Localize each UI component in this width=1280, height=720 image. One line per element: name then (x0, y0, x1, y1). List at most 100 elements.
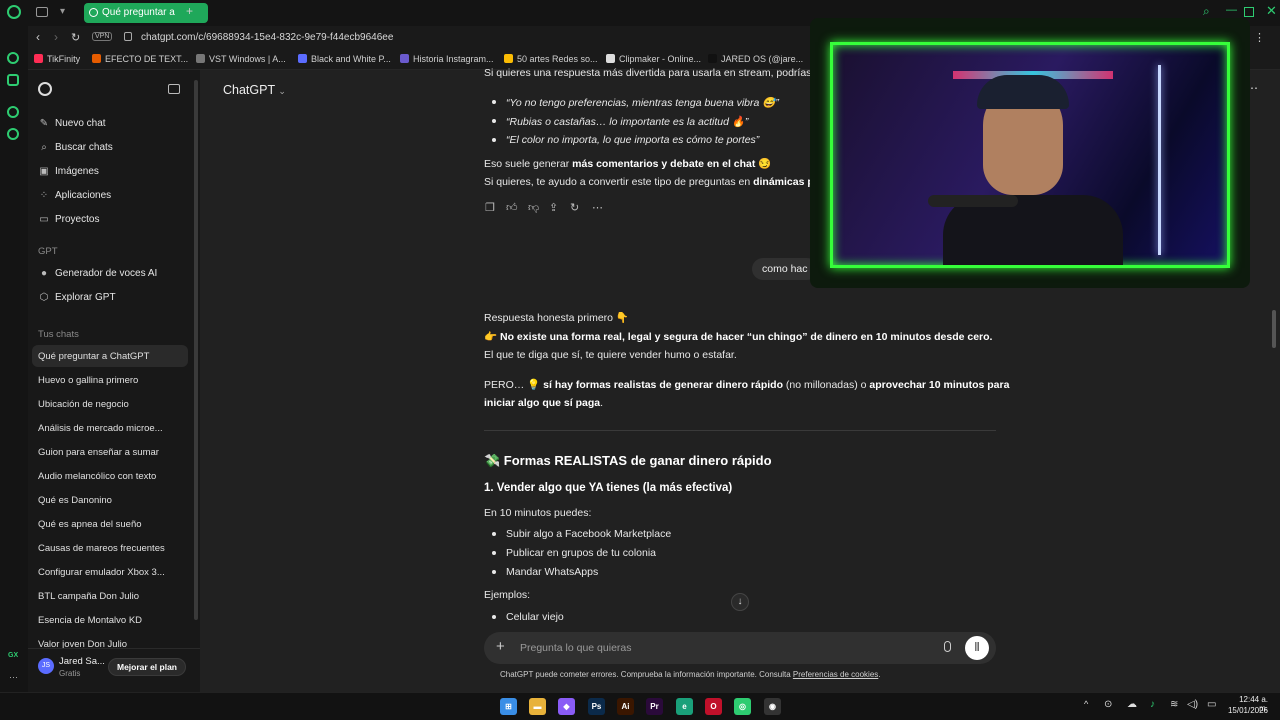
chat-history-item[interactable]: Qué es apnea del sueño (38, 519, 188, 530)
windows-start-icon[interactable]: ⊞ (500, 698, 517, 715)
chat-history-item[interactable]: Huevo o gallina primero (38, 375, 188, 386)
search-icon: ⌕ (41, 142, 47, 153)
bookmark-item[interactable]: Historia Instagram... (400, 54, 494, 64)
forward-button[interactable]: › (54, 30, 58, 44)
clock-date[interactable]: 15/01/2026 (1224, 706, 1268, 715)
back-button[interactable]: ‹ (36, 30, 40, 44)
bookmark-item[interactable]: VST Windows | A... (196, 54, 286, 64)
gx-control-icon[interactable] (7, 52, 19, 64)
browser-menu-icon[interactable]: ⋮ (1254, 31, 1265, 44)
copilot-icon[interactable]: ◆ (558, 698, 575, 715)
photoshop-icon[interactable]: Ps (588, 698, 605, 715)
chat-history-item[interactable]: Audio melancólico con texto (38, 471, 188, 482)
quote-item: “El color no importa, lo que importa es … (506, 134, 760, 146)
wifi-icon[interactable]: ≋ (1170, 699, 1178, 710)
chat-history-item[interactable]: BTL campaña Don Julio (38, 591, 188, 602)
mic-tray-icon[interactable]: ♪ (1150, 699, 1155, 710)
thumbs-down-icon[interactable]: 👎︎ (528, 201, 539, 214)
search-icon[interactable]: ⌕ (1203, 4, 1210, 19)
gx-cleaner-icon[interactable] (7, 74, 19, 86)
bookmark-item[interactable]: Clipmaker - Online... (606, 54, 701, 64)
upgrade-plan-button[interactable]: Mejorar el plan (108, 658, 186, 676)
chat-history-item[interactable]: Ubicación de negocio (38, 399, 188, 410)
cap (977, 75, 1069, 109)
reload-button[interactable]: ↻ (71, 31, 80, 44)
volume-icon[interactable]: ◁) (1187, 699, 1198, 710)
tray-app-icon[interactable]: ⊙ (1104, 699, 1112, 710)
close-button[interactable]: ✕ (1266, 3, 1277, 19)
chat-history-item[interactable]: Qué es Danonino (38, 495, 188, 506)
sidebar-nav-item[interactable]: ▭ Proyectos (38, 214, 99, 225)
sidebar-nav-item[interactable]: ⁘ Aplicaciones (38, 190, 111, 201)
sidebar-nav-label: Buscar chats (55, 142, 113, 153)
copy-icon[interactable]: ❐ (485, 201, 495, 214)
bookmark-item[interactable]: JARED OS (@jare... (708, 54, 803, 64)
cookie-preferences-link[interactable]: Preferencias de cookies (793, 670, 878, 679)
url-field[interactable]: chatgpt.com/c/69688934-15e4-832c-9e79-f4… (141, 32, 393, 43)
thumbs-up-icon[interactable]: 👍︎ (506, 201, 518, 214)
chat-history-item[interactable]: Causas de mareos frecuentes (38, 543, 188, 554)
close-sidebar-icon[interactable] (168, 84, 180, 94)
whatsapp-like-icon[interactable]: ◎ (734, 698, 751, 715)
opera-logo-icon[interactable] (7, 5, 21, 19)
voice-mode-button[interactable]: ⫼ (965, 636, 989, 660)
illustrator-icon[interactable]: Ai (617, 698, 634, 715)
new-tab-button[interactable]: + (186, 4, 193, 18)
gpt-item[interactable]: ● Generador de voces AI (38, 268, 157, 279)
user-panel[interactable]: JS Jared Sa... Gratis Mejorar el plan (28, 648, 200, 692)
scroll-down-button[interactable]: ↓ (731, 593, 749, 611)
chat-history-item[interactable]: Guion para enseñar a sumar (38, 447, 188, 458)
step-item: Mandar WhatsApps (506, 566, 599, 578)
openai-logo-icon[interactable] (38, 82, 52, 96)
lock-icon[interactable] (124, 32, 132, 41)
obs-icon[interactable]: ◉ (764, 698, 781, 715)
bookmark-favicon-icon (400, 54, 409, 63)
premiere-icon[interactable]: Pr (646, 698, 663, 715)
bookmark-item[interactable]: 50 artes Redes so... (504, 54, 598, 64)
sidebar-nav-item[interactable]: ✎ Nuevo chat (38, 118, 106, 129)
sidebar-nav-item[interactable]: ▣ Imágenes (38, 166, 99, 177)
file-explorer-icon[interactable]: ▬ (529, 698, 546, 715)
chat-history-item[interactable]: Qué preguntar a ChatGPT (38, 351, 188, 362)
bookmark-item[interactable]: Black and White P... (298, 54, 391, 64)
chat-history-item[interactable]: Análisis de mercado microe... (38, 423, 188, 434)
vpn-badge[interactable]: VPN (92, 32, 113, 41)
prompt-input[interactable]: Pregunta lo que quieras (520, 642, 632, 654)
minimize-button[interactable]: — (1226, 4, 1237, 16)
edge-icon[interactable]: e (676, 698, 693, 715)
model-selector[interactable]: ChatGPT ⌄ (223, 83, 286, 97)
chat-history-item[interactable]: Esencia de Montalvo KD (38, 615, 188, 626)
tray-expand-icon[interactable]: ^ (1084, 699, 1088, 709)
sidebar-scrollbar[interactable] (194, 80, 198, 620)
example-item: Celular viejo (506, 611, 564, 623)
rail-more-icon[interactable]: ⋯ (9, 672, 18, 683)
gpt-item[interactable]: ⬡ Explorar GPT (38, 292, 116, 303)
main-scrollbar[interactable] (1272, 310, 1276, 348)
share-icon[interactable]: ⇪ (549, 201, 558, 214)
sidebar-nav-label: Aplicaciones (55, 190, 112, 201)
step-item: Publicar en grupos de tu colonia (506, 547, 657, 559)
settings-gear-icon[interactable] (7, 128, 19, 140)
add-attachment-icon[interactable]: + (496, 638, 505, 655)
microphone-icon[interactable] (944, 641, 951, 652)
maximize-button[interactable] (1244, 7, 1254, 17)
bookmark-label: EFECTO DE TEXT... (105, 54, 189, 64)
bookmark-item[interactable]: TikFinity (34, 54, 80, 64)
sidebar-nav-label: Imágenes (55, 166, 99, 177)
battery-icon[interactable]: ▭ (1207, 699, 1216, 710)
gpt-label: Explorar GPT (55, 292, 116, 303)
tab-dropdown-icon[interactable]: ▾ (60, 6, 65, 17)
chat-history-item[interactable]: Configurar emulador Xbox 3... (38, 567, 188, 578)
message-composer[interactable]: + Pregunta lo que quieras ⫼ (484, 632, 996, 664)
more-actions-icon[interactable]: ⋯ (592, 201, 603, 214)
cloud-icon[interactable]: ☁ (1127, 699, 1137, 710)
history-icon[interactable] (7, 106, 19, 118)
bookmark-item[interactable]: EFECTO DE TEXT... (92, 54, 188, 64)
avatar[interactable]: JS (38, 658, 54, 674)
sidebar-nav-item[interactable]: ⌕ Buscar chats (38, 142, 113, 153)
opera-gx-icon[interactable]: O (705, 698, 722, 715)
regenerate-icon[interactable]: ↻ (570, 201, 579, 214)
tab-islands-icon[interactable] (36, 7, 48, 17)
user-plan: Gratis (59, 669, 81, 678)
neon-light (1158, 65, 1161, 255)
